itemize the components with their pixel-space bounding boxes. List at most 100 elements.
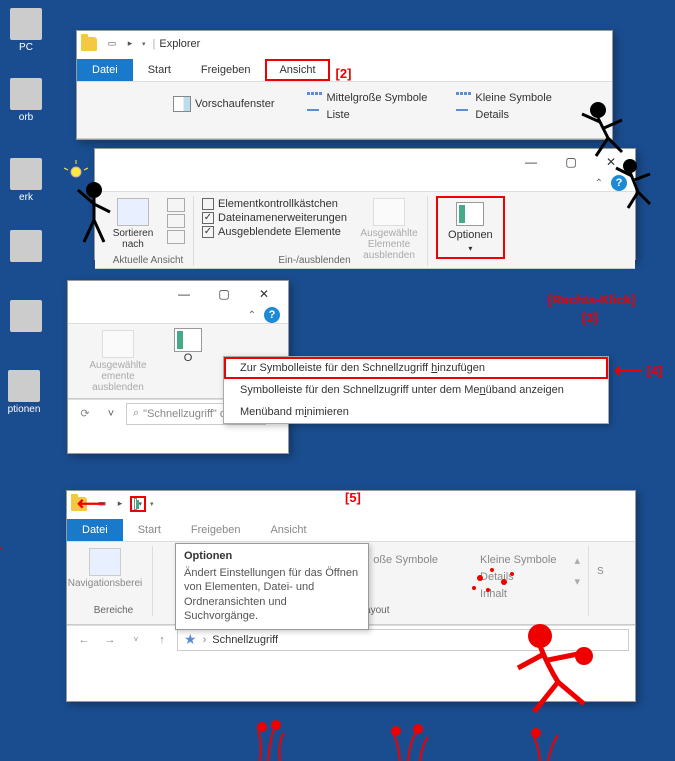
size-columns-button[interactable] (167, 230, 185, 244)
dropdown-icon: ▾ (468, 244, 472, 253)
layout-scroll-up[interactable]: ▴ (574, 554, 580, 567)
checkbox-icon: ✓ (202, 226, 214, 238)
preview-pane-button[interactable]: Vorschaufenster (173, 96, 275, 112)
decorative-splatter (460, 558, 540, 608)
annotation-2: [2] (336, 66, 352, 81)
desktop-icon-pc[interactable]: PC (2, 8, 50, 53)
qat-dropdown[interactable]: ▾ (147, 500, 157, 508)
watermark: www.SoftwareOK.de :-) (0, 545, 4, 711)
desktop-icon-label: erk (2, 192, 50, 203)
help-icon[interactable]: ? (264, 307, 280, 323)
layout-list[interactable]: Liste (303, 107, 432, 123)
qat-properties-button[interactable]: ▭ (104, 36, 120, 52)
quickaccess-icon: ★ (184, 631, 197, 648)
hide-selected-icon (373, 198, 405, 226)
control-panel-icon (10, 300, 42, 332)
options-icon (8, 370, 40, 402)
ribbon: Sortieren nach Aktuelle Ansicht Elementk… (95, 191, 635, 269)
up-button[interactable]: ↑ (151, 629, 173, 651)
navigation-pane-button[interactable]: Navigationsberei (75, 546, 135, 591)
layout-gallery[interactable]: Mittelgroße Symbole Liste Kleine Symbole… (303, 90, 556, 123)
maximize-button[interactable]: ▢ (204, 283, 244, 305)
explorer-window-2: — ▢ ✕ ⌃ ? Sortieren nach Aktuelle Ansich… (94, 148, 636, 260)
stickman-lightbulb (60, 160, 120, 250)
options-button-partial[interactable]: O (168, 328, 208, 364)
titlebar[interactable]: ▭ ▸ ▾ | Explorer (77, 31, 612, 57)
group-label: Aktuelle Ansicht (103, 255, 193, 266)
tab-file[interactable]: Datei (77, 59, 133, 81)
layout-details[interactable]: Details (451, 107, 555, 123)
close-button[interactable]: ✕ (244, 283, 284, 305)
decorative-grass (240, 701, 660, 761)
tab-view[interactable]: Ansicht (265, 59, 329, 81)
tab-share[interactable]: Freigeben (186, 59, 266, 81)
folder-icon (81, 37, 97, 51)
desktop-icon-recycle[interactable]: orb (2, 78, 50, 123)
group-label: Bereiche (75, 605, 152, 616)
arrow-left-icon: ⟵ (77, 491, 106, 516)
group-label: Ein-/ausblenden (202, 255, 427, 266)
ctx-show-qat-below[interactable]: Symbolleiste für den Schnellzugriff unte… (224, 379, 608, 401)
dropdown-button[interactable]: ˅ (100, 403, 122, 425)
tab-share[interactable]: Freigeben (176, 519, 256, 541)
checkbox-extensions[interactable]: ✓Dateinamenerweiterungen (202, 212, 347, 224)
search-icon: ⌕ (133, 407, 139, 420)
qat-newfolder-button[interactable]: ▸ (122, 36, 138, 52)
hide-selected-button[interactable]: Ausgewählte emente ausblenden (76, 328, 160, 395)
history-dropdown[interactable]: ˅ (125, 629, 147, 651)
desktop-icon-control[interactable] (2, 300, 50, 334)
qat-options-button[interactable]: ▾ (130, 496, 146, 512)
desktop-icon-options[interactable]: ptionen (0, 370, 48, 415)
tab-start[interactable]: Start (133, 59, 186, 81)
group-by-button[interactable] (167, 198, 185, 212)
tab-file[interactable]: Datei (67, 519, 123, 541)
back-button[interactable]: ← (73, 629, 95, 651)
sort-icon (117, 198, 149, 226)
explorer-window-1: ▭ ▸ ▾ | Explorer Datei Start Freigeben A… (76, 30, 613, 140)
ctx-minimize-ribbon[interactable]: Menüband minimieren (224, 401, 608, 423)
checkbox-icon (202, 198, 214, 210)
list-icon (307, 108, 323, 122)
layout-medium-icons[interactable]: Mittelgroße Symbole (303, 90, 432, 106)
titlebar[interactable]: — ▢ ✕ (95, 149, 635, 175)
tab-view[interactable]: Ansicht (255, 519, 321, 541)
desktop-icon-user[interactable] (2, 230, 50, 264)
checkbox-icon: ✓ (202, 212, 214, 224)
window-controls: — ▢ ✕ (164, 283, 284, 305)
forward-button[interactable]: → (99, 629, 121, 651)
context-menu: Zur Symbolleiste für den Schnellzugriff … (223, 356, 609, 424)
checkbox-hidden-items[interactable]: ✓Ausgeblendete Elemente (202, 226, 347, 238)
tab-start[interactable]: Start (123, 519, 176, 541)
annotation-3-num: [3] (582, 310, 598, 325)
nav-pane-icon (89, 548, 121, 576)
tooltip-options: Optionen Ändert Einstellungen für das Öf… (175, 543, 369, 630)
checkbox-item-boxes[interactable]: Elementkontrollkästchen (202, 198, 347, 210)
recycle-icon (10, 78, 42, 110)
ribbon-tabs: Datei Start Freigeben Ansicht [2] (77, 57, 612, 81)
refresh-button[interactable]: ⟳ (74, 403, 96, 425)
qat-dropdown[interactable]: ▾ (139, 40, 149, 48)
arrow-left-icon: ⟵ (614, 358, 643, 383)
ribbon-overflow[interactable]: S (597, 546, 627, 577)
desktop-icon-label: PC (2, 42, 50, 53)
options-button[interactable]: Optionen ▾ (436, 196, 505, 259)
layout-scroll-down[interactable]: ▾ (574, 575, 580, 588)
ctx-add-to-qat[interactable]: Zur Symbolleiste für den Schnellzugriff … (224, 357, 608, 379)
tooltip-body: Ändert Einstellungen für das Öffnen von … (184, 566, 360, 623)
details-icon (455, 108, 471, 122)
options-icon (174, 328, 202, 352)
tooltip-title: Optionen (184, 550, 360, 562)
minimize-button[interactable]: — (511, 151, 551, 173)
preview-pane-icon (173, 96, 191, 112)
minimize-button[interactable]: — (164, 283, 204, 305)
ribbon: Vorschaufenster Mittelgroße Symbole List… (77, 81, 612, 139)
desktop-icon-network[interactable]: erk (2, 158, 50, 203)
ribbon-tabs: Datei Start Freigeben Ansicht (67, 517, 635, 541)
qat-newfolder-button[interactable]: ▸ (112, 496, 128, 512)
window-title: Explorer (159, 38, 200, 50)
titlebar[interactable]: — ▢ ✕ (68, 281, 288, 307)
add-columns-button[interactable] (167, 214, 185, 228)
collapse-ribbon-button[interactable]: ⌃ (248, 310, 256, 321)
collapse-ribbon-button[interactable]: ⌃ (595, 178, 603, 189)
layout-small-icons[interactable]: Kleine Symbole (451, 90, 555, 106)
